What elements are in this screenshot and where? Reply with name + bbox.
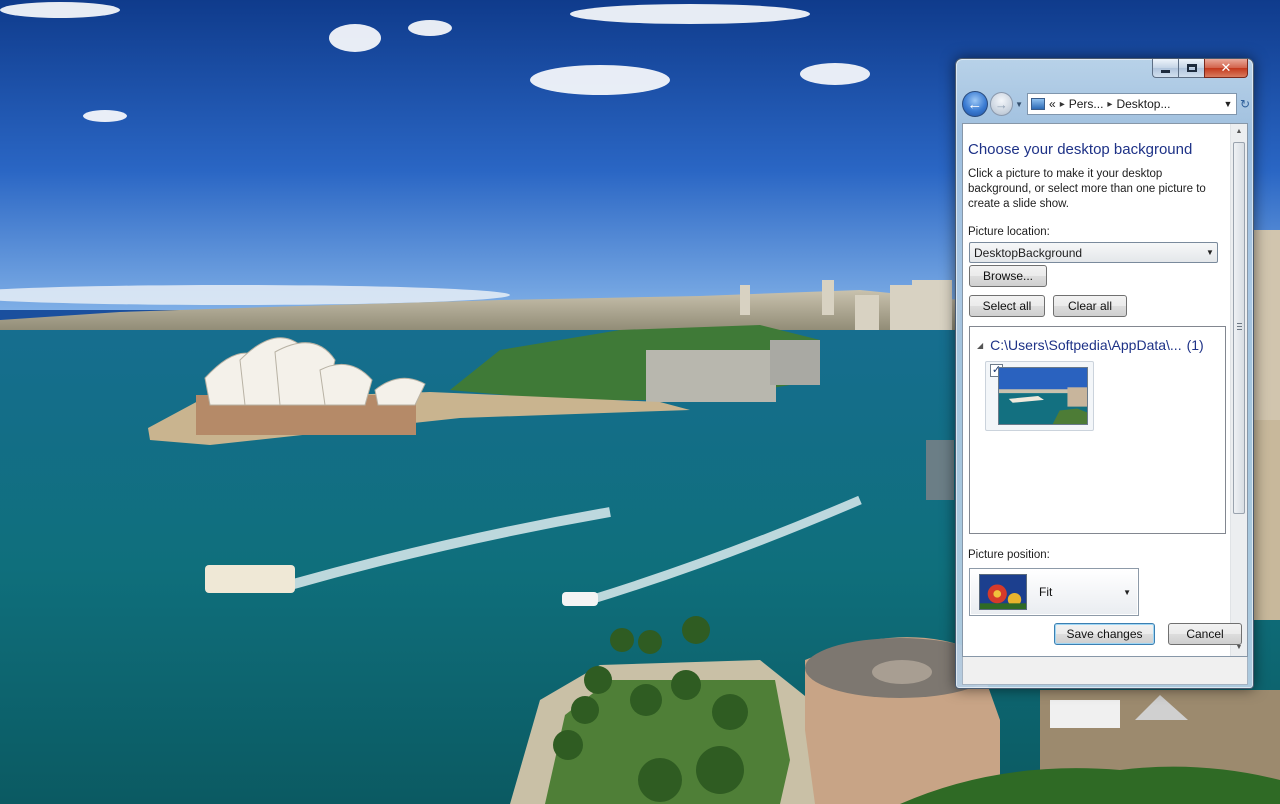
browse-button[interactable]: Browse... [969, 265, 1047, 287]
picture-position-label: Picture position: [968, 549, 1050, 561]
dropdown-arrow-icon: ▼ [1123, 587, 1131, 597]
picture-location-select[interactable]: DesktopBackground ▼ [969, 242, 1218, 263]
content-panel: Choose your desktop background Click a p… [962, 123, 1248, 657]
address-dropdown-arrow-icon[interactable]: ▼ [1220, 99, 1236, 109]
forward-button[interactable]: → [989, 92, 1014, 116]
scrollbar-grip [1237, 323, 1242, 324]
navigation-bar: ← → ▼ « ▸ Pers... ▸ Desktop... ▼ ↻ [962, 91, 1250, 117]
maximize-icon [1186, 64, 1197, 72]
breadcrumb-separator-icon[interactable]: ▸ [1060, 99, 1065, 110]
picture-list: ◢ C:\Users\Softpedia\AppData\... (1) ✓ [969, 326, 1226, 534]
picture-thumbnail[interactable]: ✓ [985, 361, 1094, 431]
close-button[interactable]: ✕ [1204, 59, 1248, 78]
cancel-button[interactable]: Cancel [1168, 623, 1242, 645]
picture-group-path: C:\Users\Softpedia\AppData\... [990, 337, 1182, 353]
page-description: Click a picture to make it your desktop … [968, 168, 1206, 210]
fit-position-icon [979, 574, 1027, 610]
window-footer [962, 657, 1248, 685]
maximize-button[interactable] [1178, 59, 1204, 78]
breadcrumb-desktop-background[interactable]: Desktop... [1116, 97, 1170, 111]
picture-position-inner: Fit ▼ [971, 570, 1137, 614]
recent-pages-dropdown[interactable]: ▼ [1015, 100, 1023, 109]
control-panel-icon [1031, 98, 1046, 110]
personalization-window: ✕ ← → ▼ « ▸ Pers... ▸ Desktop... ▼ ↻ Cho… [955, 58, 1254, 689]
minimize-icon [1161, 69, 1170, 73]
clear-all-button[interactable]: Clear all [1053, 295, 1127, 317]
scrollbar-grip [1237, 326, 1242, 327]
picture-location-label: Picture location: [968, 226, 1050, 238]
picture-position-value: Fit [1039, 585, 1053, 599]
back-icon: ← [967, 95, 983, 113]
picture-position-select[interactable]: Fit ▼ [969, 568, 1139, 616]
select-all-button[interactable]: Select all [969, 295, 1045, 317]
collapse-triangle-icon[interactable]: ◢ [977, 341, 983, 350]
picture-group-count: (1) [1186, 337, 1204, 353]
wallpaper-thumbnail-image [998, 367, 1088, 425]
picture-group-header[interactable]: ◢ C:\Users\Softpedia\AppData\... (1) [977, 337, 1204, 353]
breadcrumb-personalization[interactable]: Pers... [1069, 97, 1104, 111]
save-changes-button[interactable]: Save changes [1054, 623, 1155, 645]
refresh-icon[interactable]: ↻ [1240, 97, 1250, 111]
back-button[interactable]: ← [962, 91, 988, 117]
forward-icon: → [994, 96, 1008, 112]
caption-buttons: ✕ [1152, 59, 1248, 79]
close-icon: ✕ [1220, 60, 1232, 75]
minimize-button[interactable] [1152, 59, 1178, 78]
picture-location-value: DesktopBackground [974, 245, 1083, 260]
scrollbar-grip [1237, 329, 1242, 330]
breadcrumb-separator-icon[interactable]: ▸ [1107, 99, 1112, 110]
scroll-up-icon[interactable]: ▲ [1231, 124, 1247, 140]
vertical-scrollbar[interactable]: ▲ ▼ [1230, 124, 1247, 656]
dropdown-arrow-icon: ▼ [1206, 248, 1214, 257]
scrollbar-thumb[interactable] [1233, 142, 1245, 514]
address-bar[interactable]: « ▸ Pers... ▸ Desktop... ▼ [1027, 93, 1237, 115]
page-title: Choose your desktop background [968, 141, 1193, 158]
address-overflow[interactable]: « [1049, 97, 1056, 111]
